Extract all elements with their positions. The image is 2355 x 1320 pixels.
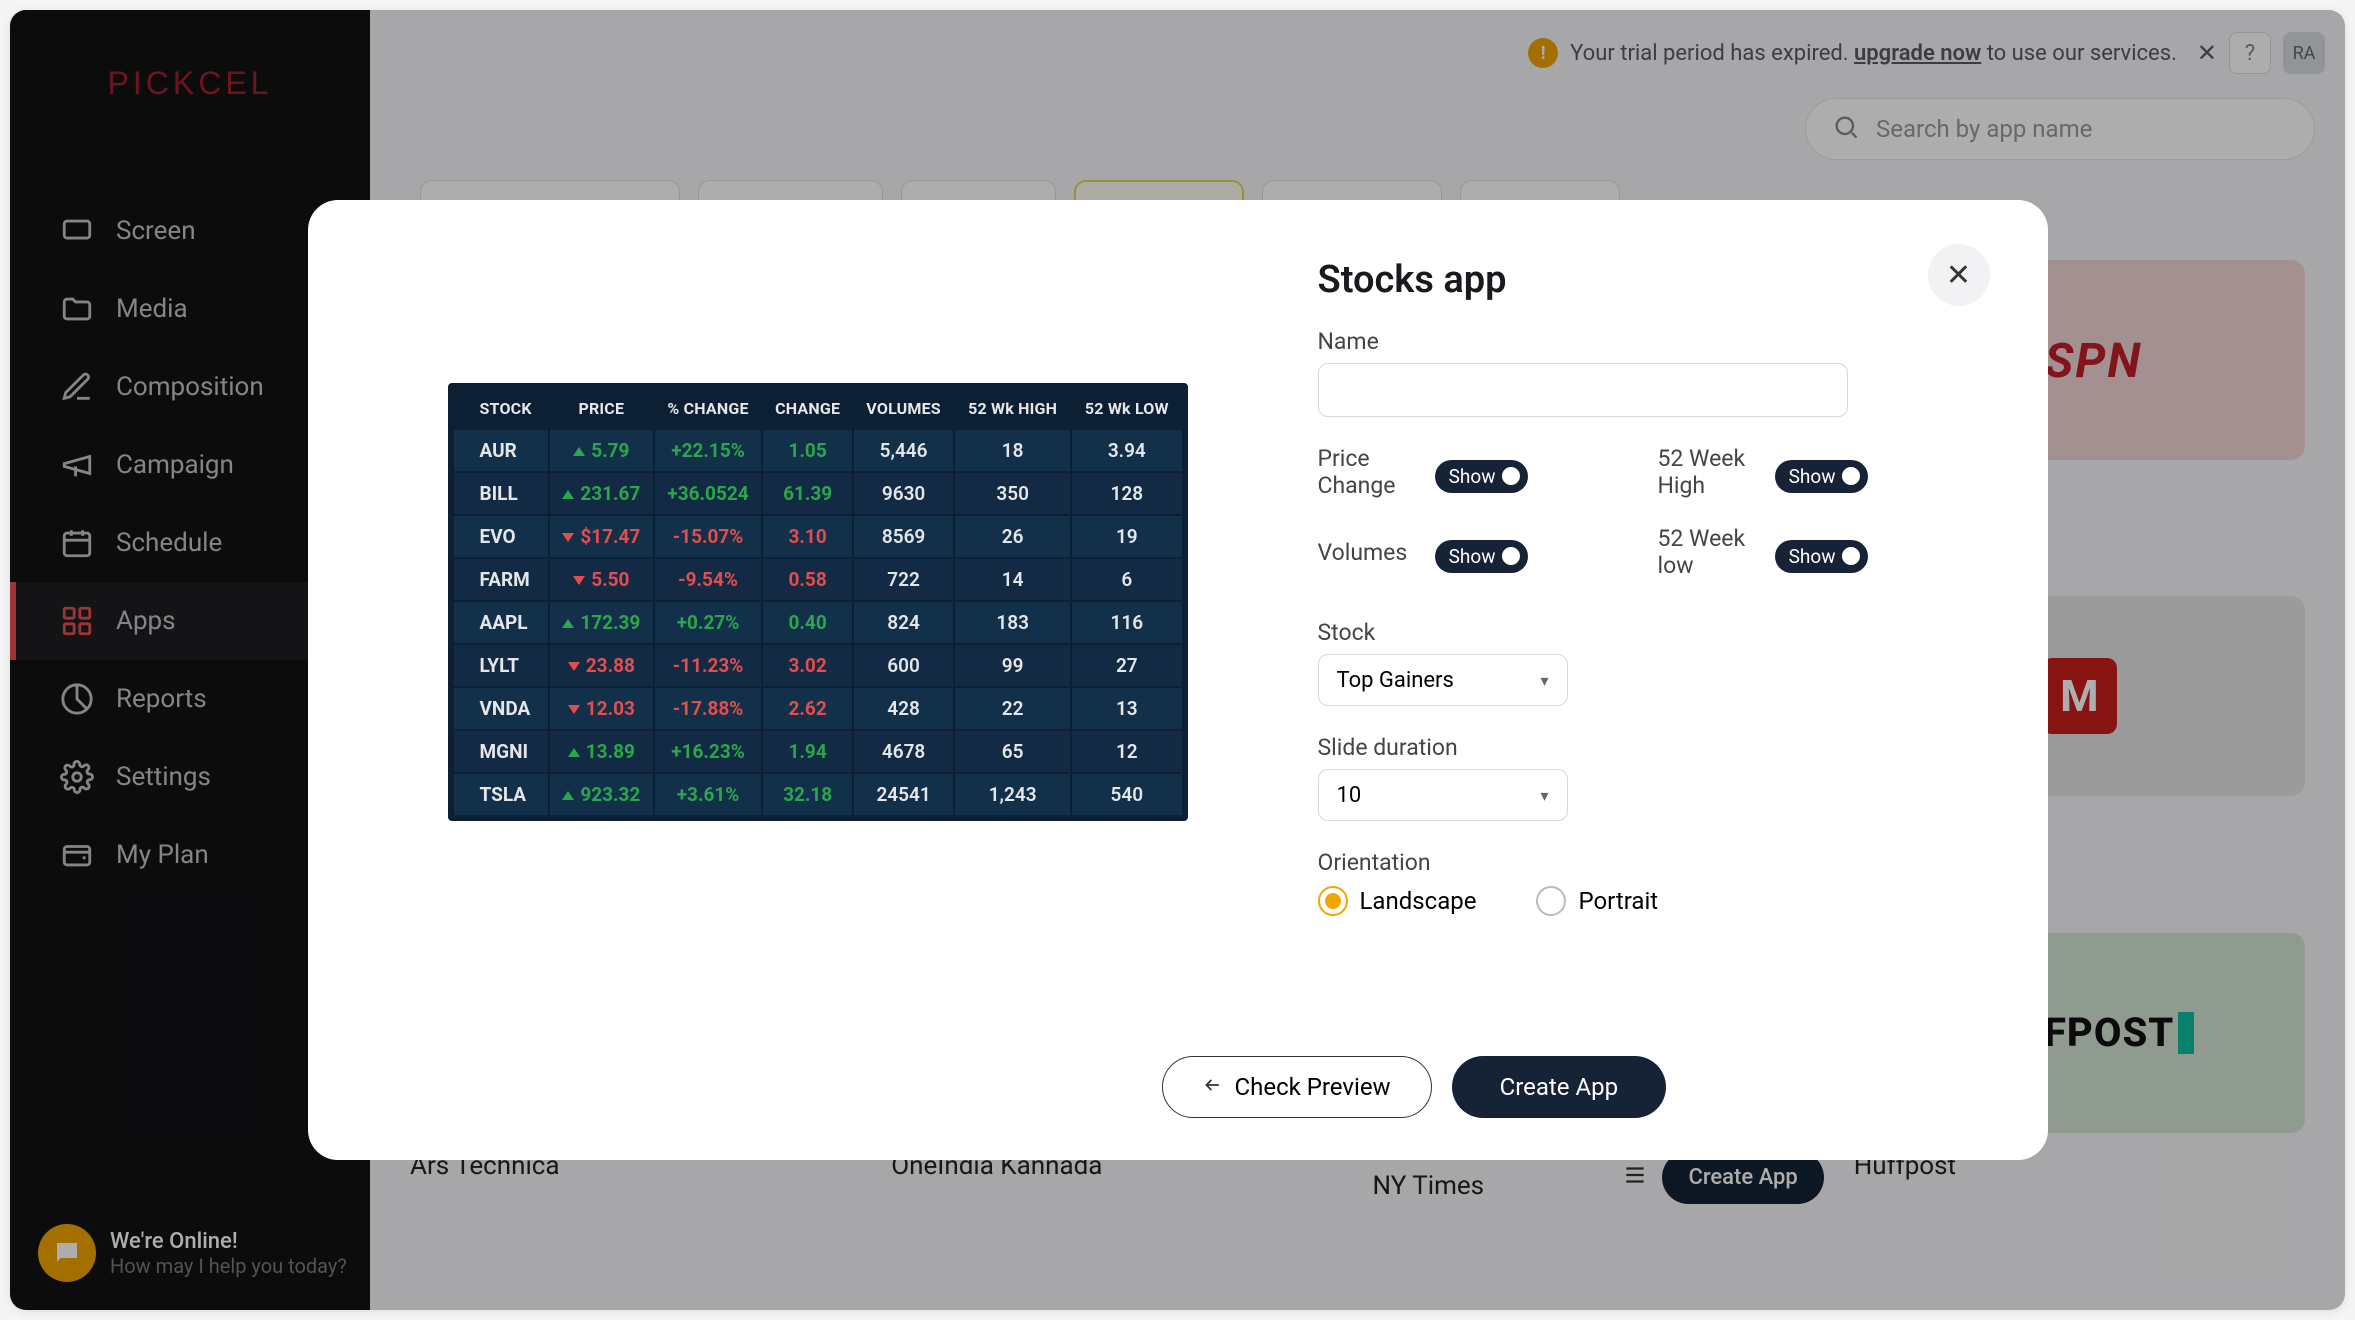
preview-pane: STOCKPRICE% CHANGECHANGEVOLUMES52 Wk HIG… [378, 258, 1258, 916]
volumes-toggle[interactable]: Show [1435, 540, 1528, 573]
slide-duration-label: Slide duration [1318, 734, 1978, 761]
chevron-down-icon: ▾ [1540, 786, 1548, 805]
modal-overlay: STOCKPRICE% CHANGECHANGEVOLUMES52 Wk HIG… [10, 10, 2345, 1310]
stocks-app-modal: STOCKPRICE% CHANGECHANGEVOLUMES52 Wk HIG… [308, 200, 2048, 1160]
toggle-label: Volumes [1318, 539, 1408, 566]
stock-preview-table: STOCKPRICE% CHANGECHANGEVOLUMES52 Wk HIG… [448, 383, 1188, 821]
table-header: CHANGE [763, 389, 852, 428]
table-row: TSLA923.32+3.61%32.18245411,243540 [454, 774, 1182, 815]
week-low-toggle[interactable]: Show [1775, 540, 1868, 573]
table-row: VNDA12.03-17.88%2.624282213 [454, 688, 1182, 729]
form-pane: Stocks app ✕ Name Price Change Show 52 W… [1318, 258, 1978, 916]
orientation-label: Orientation [1318, 849, 1978, 876]
create-app-button[interactable]: Create App [1452, 1056, 1666, 1118]
table-header: 52 Wk HIGH [955, 389, 1070, 428]
table-header: 52 Wk LOW [1072, 389, 1181, 428]
toggle-label: 52 Week low [1658, 525, 1775, 579]
slide-duration-select[interactable]: 10 ▾ [1318, 769, 1568, 821]
chevron-down-icon: ▾ [1540, 671, 1548, 690]
table-header: VOLUMES [854, 389, 953, 428]
stock-label: Stock [1318, 619, 1978, 646]
name-label: Name [1318, 328, 1978, 355]
table-row: AAPL172.39+0.27%0.40824183116 [454, 602, 1182, 643]
table-header: PRICE [550, 389, 653, 428]
stock-select[interactable]: Top Gainers ▾ [1318, 654, 1568, 706]
arrow-left-icon [1203, 1073, 1223, 1101]
table-row: LYLT23.88-11.23%3.026009927 [454, 645, 1182, 686]
week-high-toggle[interactable]: Show [1775, 460, 1868, 493]
name-input[interactable] [1318, 363, 1848, 417]
table-row: MGNI13.89+16.23%1.9446786512 [454, 731, 1182, 772]
modal-title: Stocks app [1318, 258, 1978, 302]
radio-unselected-icon [1536, 886, 1566, 916]
orientation-portrait-radio[interactable]: Portrait [1536, 886, 1658, 916]
table-header: STOCK [454, 389, 548, 428]
table-row: AUR5.79+22.15%1.055,446183.94 [454, 430, 1182, 471]
radio-selected-icon [1318, 886, 1348, 916]
price-change-toggle[interactable]: Show [1435, 460, 1528, 493]
toggle-label: 52 Week High [1658, 445, 1775, 499]
table-row: EVO$17.47-15.07%3.1085692619 [454, 516, 1182, 557]
orientation-landscape-radio[interactable]: Landscape [1318, 886, 1477, 916]
check-preview-button[interactable]: Check Preview [1162, 1056, 1432, 1118]
table-header: % CHANGE [655, 389, 761, 428]
table-row: FARM5.50-9.54%0.58722146 [454, 559, 1182, 600]
table-row: BILL231.67+36.052461.399630350128 [454, 473, 1182, 514]
close-modal-button[interactable]: ✕ [1928, 244, 1990, 306]
toggle-label: Price Change [1318, 445, 1435, 499]
